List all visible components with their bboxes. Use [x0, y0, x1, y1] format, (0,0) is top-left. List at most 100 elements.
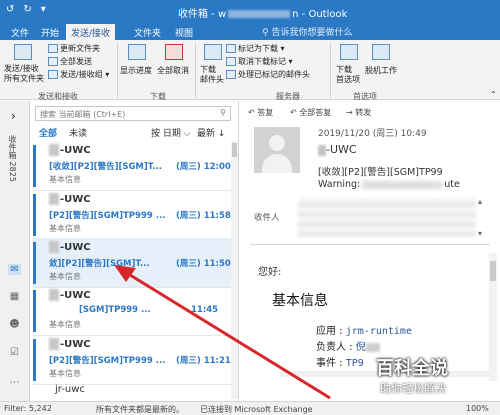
list-item[interactable]: -UWC 敛][P2][警告][SGM]T... (周三) 11:50 基本信息	[33, 238, 233, 288]
download-prefs-icon	[340, 44, 358, 60]
forward-button[interactable]: → 转发	[346, 107, 371, 118]
watermark-slogan: 助你轻松解决	[380, 382, 446, 395]
redacted-recipients	[298, 197, 476, 237]
sort-order[interactable]: 最新 ↓	[197, 126, 225, 139]
update-folder-icon	[48, 44, 58, 53]
cancel-all-icon	[165, 44, 183, 60]
sort-by-date[interactable]: 按 日期 ⌵	[151, 126, 191, 139]
mark-download-icon	[226, 44, 236, 53]
redacted-sender	[49, 289, 59, 301]
send-all-button[interactable]: 全部发送	[48, 56, 92, 67]
ribbon-tabs: 文件 开始 发送/接收 文件夹 视图 ⚲ 告诉我你想要做什么	[0, 22, 500, 40]
update-folder-button[interactable]: 更新文件夹	[48, 43, 100, 54]
list-item-partial[interactable]: jr-uwc	[55, 384, 85, 395]
avatar-head	[269, 135, 285, 151]
ribbon: 发送/接收 所有文件夹 更新文件夹 全部发送 发送/接收组 ▾ 发送和接收 显示…	[0, 40, 500, 101]
show-progress-icon	[128, 44, 146, 60]
work-offline-icon	[372, 44, 390, 60]
scrollbar-thumb[interactable]	[490, 261, 496, 281]
tell-me-search[interactable]: ⚲ 告诉我你想要做什么	[262, 25, 352, 38]
message-list: 搜索 当前邮箱 (Ctrl+E) ⚲ 全部 未读 按 日期 ⌵ 最新 ↓ -UWC…	[31, 101, 239, 401]
process-headers-button[interactable]: 处理已标记的邮件头	[226, 69, 310, 80]
list-item[interactable]: -UWC [P2][警告][SGM]TP999 ... (周三) 11:58 基…	[33, 190, 233, 240]
customize-dropdown-icon[interactable]: ▾	[41, 4, 46, 15]
list-item[interactable]: -UWC [SGM]TP999 ... 11:45 基本信息	[33, 286, 233, 336]
work-offline-button[interactable]: 脱机工作	[365, 65, 397, 76]
process-headers-icon	[226, 70, 236, 79]
search-icon[interactable]: ⚲	[220, 108, 226, 117]
quick-access-toolbar: ↺ ↻ ▾	[6, 4, 46, 15]
tab-home[interactable]: 开始	[36, 24, 64, 40]
redo-icon[interactable]: ↻	[23, 4, 31, 15]
redacted-name	[365, 342, 380, 352]
message-subject: [收敛][P2][警告][SGM]TP99	[318, 167, 443, 178]
watermark-brand: 百科全说	[376, 358, 448, 379]
sender-avatar	[254, 127, 300, 173]
message-sender: -UWC	[318, 143, 357, 156]
recipients-label: 收件人	[254, 213, 280, 223]
show-progress-button[interactable]: 显示进度	[120, 65, 152, 76]
message-date: 2019/11/20 (周三) 10:49	[318, 129, 427, 139]
groups-icon	[48, 70, 58, 79]
send-receive-all-icon	[14, 44, 32, 60]
send-receive-all-button[interactable]: 发送/接收 所有文件夹	[4, 64, 44, 84]
redacted-text	[362, 180, 443, 189]
scroll-down-icon[interactable]: ▾	[478, 229, 482, 238]
search-input[interactable]: 搜索 当前邮箱 (Ctrl+E) ⚲	[35, 106, 231, 121]
unread-bar	[33, 290, 36, 332]
window-title: 收件箱 - wn - Outlook	[178, 9, 348, 20]
send-receive-groups-button[interactable]: 发送/接收组 ▾	[48, 69, 109, 80]
redacted-sender	[49, 193, 59, 205]
scrollbar-thumb[interactable]	[232, 143, 237, 157]
tab-send-receive[interactable]: 发送/接收	[66, 24, 116, 40]
undo-icon[interactable]: ↺	[6, 4, 14, 15]
download-headers-button[interactable]: 下载 邮件头	[200, 65, 224, 85]
unread-bar	[33, 194, 36, 236]
tab-view[interactable]: 视图	[170, 24, 198, 40]
field-event: 事件 : TP9	[316, 358, 364, 369]
cancel-all-button[interactable]: 全部取消	[157, 65, 189, 76]
redacted-sender	[49, 241, 59, 253]
reply-all-button[interactable]: ↶ 全部答复	[290, 107, 331, 118]
folder-pane-collapsed: › 收件箱 2825 ✉ ▦ ☻ ☑ ⋯	[0, 101, 30, 401]
unmark-download-icon	[226, 57, 236, 66]
field-owner: 负责人 : 倪	[316, 338, 380, 353]
zoom-level[interactable]: 100%	[466, 404, 489, 413]
message-warning: Warning: ute	[318, 179, 460, 190]
calendar-icon[interactable]: ▦	[8, 291, 21, 302]
tab-file[interactable]: 文件	[6, 24, 34, 40]
list-item[interactable]: -UWC [P2][警告][SGM]TP999 ... (周三) 11:21 基…	[33, 335, 233, 385]
ribbon-separator	[195, 43, 196, 98]
tasks-icon[interactable]: ☑	[8, 347, 21, 358]
unread-bar	[33, 145, 36, 187]
list-scrollbar[interactable]	[231, 141, 238, 399]
scroll-up-icon[interactable]: ▴	[478, 197, 482, 206]
inbox-folder-label[interactable]: 收件箱 2825	[7, 135, 18, 182]
download-prefs-button[interactable]: 下载 首选项	[336, 65, 360, 85]
title-bar: ↺ ↻ ▾ 收件箱 - wn - Outlook	[0, 0, 500, 22]
watermark: 百科全说 助你轻松解决	[376, 354, 494, 398]
field-app: 应用 : jrm-runtime	[316, 326, 412, 337]
mark-download-button[interactable]: 标记为下载 ▾	[226, 43, 285, 54]
reply-button[interactable]: ↶ 答复	[248, 107, 273, 118]
mail-icon[interactable]: ✉	[8, 264, 21, 275]
redacted-sender	[49, 144, 59, 156]
send-all-icon	[48, 57, 58, 66]
status-updated: 所有文件夹都是最新的。	[96, 405, 184, 414]
filter-unread[interactable]: 未读	[69, 126, 87, 139]
collapse-ribbon-icon[interactable]: ⌃	[490, 90, 497, 99]
tab-folder[interactable]: 文件夹	[129, 24, 166, 40]
list-item[interactable]: -UWC [收敛][P2][警告][SGM]T... (周三) 12:00 基本…	[33, 141, 233, 191]
greeting: 您好:	[258, 267, 282, 278]
people-icon[interactable]: ☻	[8, 319, 21, 330]
redacted-sender	[318, 144, 326, 156]
download-headers-icon	[204, 44, 222, 60]
redacted-email	[228, 10, 291, 18]
unread-bar	[33, 339, 36, 381]
more-icon[interactable]: ⋯	[8, 377, 21, 388]
redacted-sender	[49, 338, 59, 350]
filter-all[interactable]: 全部	[39, 126, 57, 139]
list-filters: 全部 未读 按 日期 ⌵ 最新 ↓	[39, 126, 235, 140]
unmark-download-button[interactable]: 取消下载标记 ▾	[226, 56, 293, 67]
expand-folder-pane-icon[interactable]: ›	[11, 109, 16, 123]
